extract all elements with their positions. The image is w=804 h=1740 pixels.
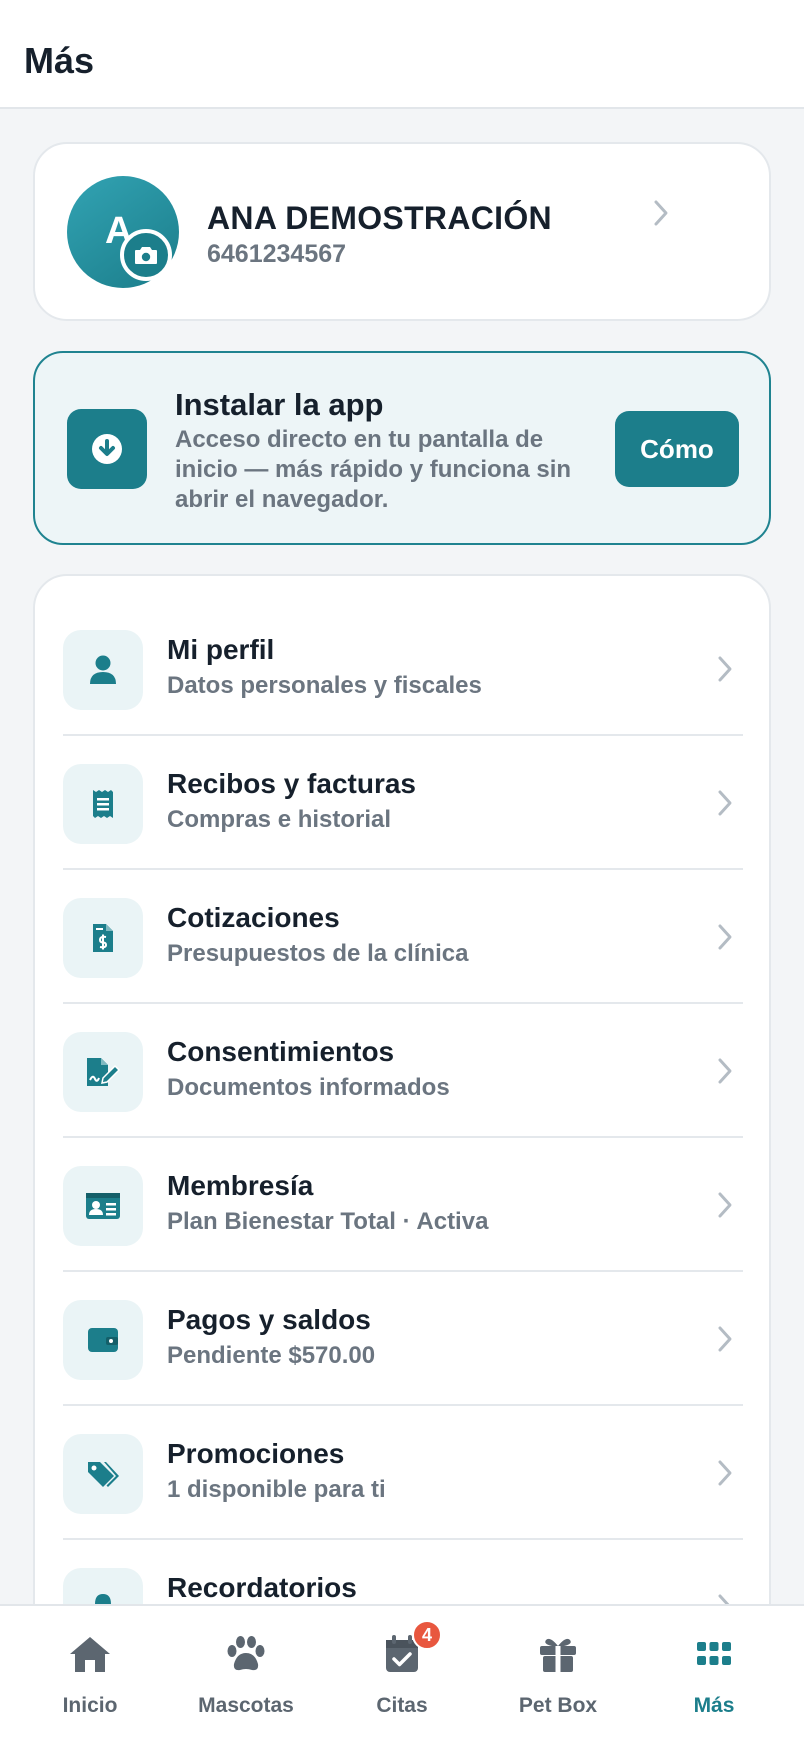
home-icon [68,1632,112,1676]
menu-item-label: Consentimientos [167,1036,395,1067]
profile-card[interactable]: A ANA DEMOSTRACIÓN 6461234567 [33,142,771,321]
nav-label: Pet Box [518,1694,598,1717]
receipt-icon [63,764,143,844]
menu-item-payments[interactable]: Pagos y saldos Pendiente $570.00 [63,1272,743,1406]
nav-label: Citas [376,1694,428,1717]
gift-icon [536,1632,580,1676]
menu-item-label: Membresía [167,1170,314,1201]
nav-label: Mascotas [198,1694,294,1717]
chevron-right-icon [718,1326,732,1352]
menu-item-consents[interactable]: Consentimientos Documentos informados [63,1004,743,1138]
avatar[interactable]: A [67,176,179,288]
tags-icon [63,1434,143,1514]
camera-icon[interactable] [120,229,172,281]
chevron-right-icon [718,656,732,682]
menu-item-membership[interactable]: Membresía Plan Bienestar Total · Activa [63,1138,743,1272]
chevron-right-icon [718,790,732,816]
menu-item-receipts[interactable]: Recibos y facturas Compras e historial [63,736,743,870]
download-icon [67,409,147,489]
chevron-right-icon [718,1460,732,1486]
appointments-badge: 4 [412,1620,442,1650]
nav-item-mascotas[interactable]: Mascotas [166,1606,326,1740]
how-to-install-button[interactable]: Cómo [615,411,739,487]
person-icon [63,630,143,710]
install-description: Acceso directo en tu pantalla de inicio … [175,426,572,513]
nav-item-pet-box[interactable]: Pet Box [478,1606,638,1740]
wallet-icon [63,1300,143,1380]
menu-item-subtitle: Datos personales y fiscales [167,672,482,699]
grid-icon [692,1632,736,1676]
chevron-right-icon [718,924,732,950]
paw-icon [224,1632,268,1676]
menu-card: Mi perfil Datos personales y fiscales Re… [33,574,771,1740]
menu-item-subtitle: Pendiente $570.00 [167,1342,376,1369]
chevron-right-icon [654,200,668,226]
profile-name: ANA DEMOSTRACIÓN [207,200,552,236]
menu-item-label: Promociones [167,1438,345,1469]
menu-item-label: Recibos y facturas [167,768,416,799]
menu-item-subtitle: Documentos informados [167,1074,450,1101]
menu-item-subtitle: 1 disponible para ti [167,1476,386,1503]
signature-file-icon [63,1032,143,1112]
chevron-right-icon [718,1192,732,1218]
menu-item-label: Recordatorios [167,1572,357,1603]
id-card-icon [63,1166,143,1246]
menu-item-label: Cotizaciones [167,902,340,933]
invoice-dollar-icon [63,898,143,978]
top-bar: Más [0,0,804,109]
menu-item-label: Mi perfil [167,634,275,665]
menu-item-profile[interactable]: Mi perfil Datos personales y fiscales [63,602,743,736]
nav-item-citas[interactable]: 4 Citas [322,1606,482,1740]
more-screen: Más A ANA DEMOSTRACIÓN 6461234567 Instal… [0,0,804,1740]
menu-item-subtitle: Presupuestos de la clínica [167,940,469,967]
nav-label: Inicio [62,1694,118,1717]
bottom-nav: Inicio Mascotas 4 Citas Pet Box Más [0,1604,804,1740]
profile-phone: 6461234567 [207,240,347,268]
menu-item-subtitle: Plan Bienestar Total · Activa [167,1208,489,1235]
nav-label: Más [693,1694,735,1717]
menu-item-quotes[interactable]: Cotizaciones Presupuestos de la clínica [63,870,743,1004]
menu-item-promotions[interactable]: Promociones 1 disponible para ti [63,1406,743,1540]
chevron-right-icon [718,1058,732,1084]
install-title: Instalar la app [175,387,384,422]
menu-list: Mi perfil Datos personales y fiscales Re… [63,602,743,1674]
page-title: Más [24,40,95,81]
nav-item-mas[interactable]: Más [634,1606,794,1740]
install-app-card: Instalar la app Acceso directo en tu pan… [33,351,771,545]
nav-item-inicio[interactable]: Inicio [10,1606,170,1740]
menu-item-label: Pagos y saldos [167,1304,371,1335]
menu-item-subtitle: Compras e historial [167,806,392,833]
